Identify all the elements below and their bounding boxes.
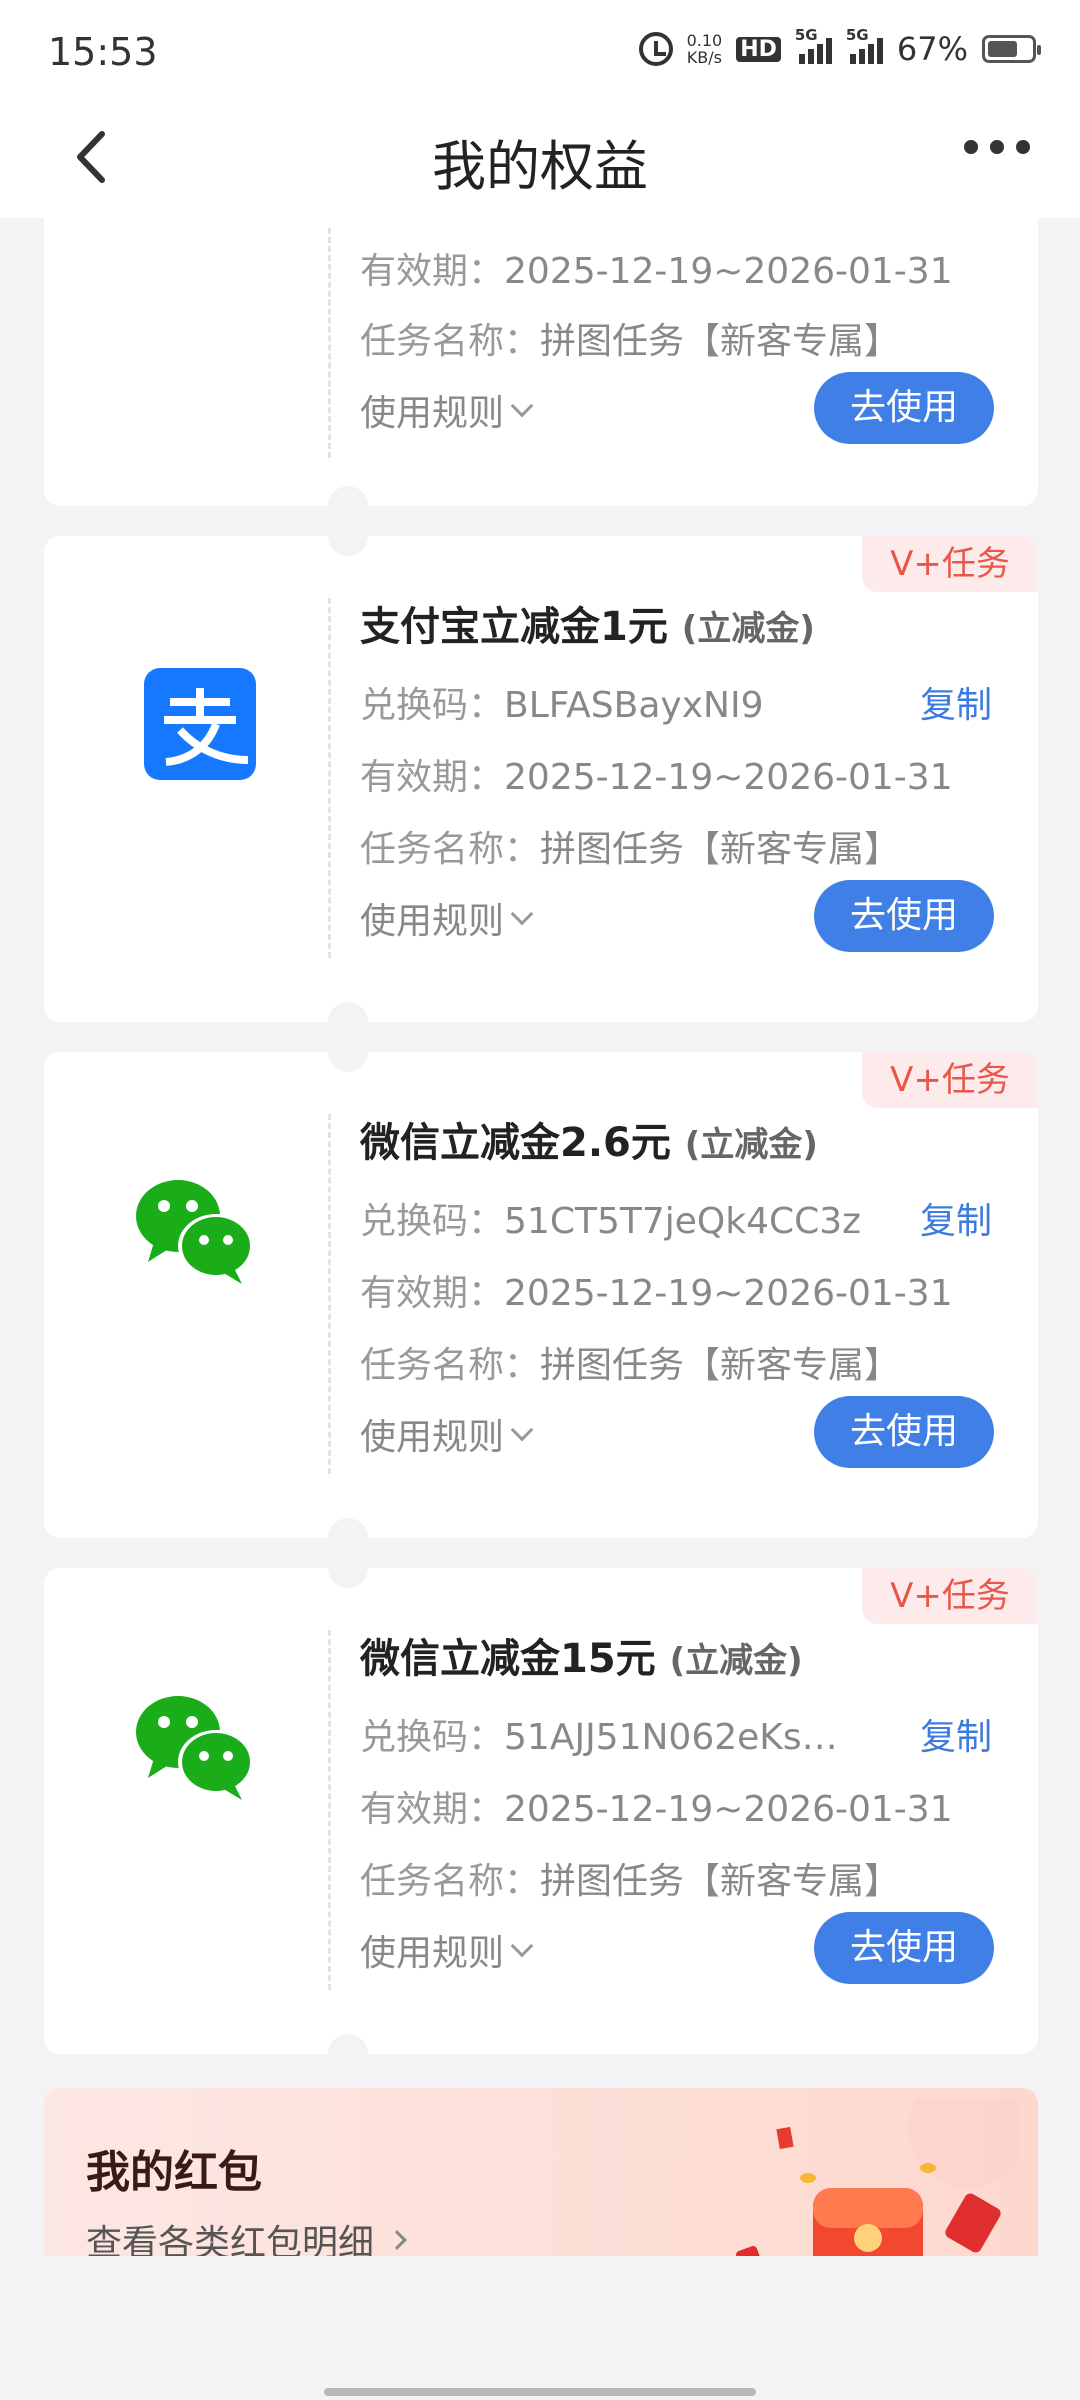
benefit-card: V+任务 支付宝立减金1元 (立减金) 兑换码：BLFASBayxNI9 复制 … <box>44 516 1038 1042</box>
copy-button[interactable]: 复制 <box>920 1192 992 1244</box>
hd-icon: HD <box>736 36 781 62</box>
chevron-right-icon <box>387 2230 407 2250</box>
use-button[interactable]: 去使用 <box>814 1396 994 1468</box>
validity-row: 有效期：2025-12-19~2026-01-31 <box>360 251 953 292</box>
status-time: 15:53 <box>48 30 158 74</box>
alipay-icon <box>140 664 260 784</box>
benefit-card: V+任务 微信立减金15元 (立减金) 兑换码：51AJJ51N062eKs… … <box>44 1548 1038 2074</box>
benefit-card: V+任务 微信立减金2.6元 (立减金) 兑换码：51CT5T7jeQk4CC3… <box>44 1032 1038 1558</box>
sim2-network-label: 5G <box>845 26 869 44</box>
home-indicator[interactable] <box>324 2388 756 2396</box>
card-divider <box>328 1114 331 1474</box>
use-button[interactable]: 去使用 <box>814 1912 994 1984</box>
chevron-down-icon <box>510 1418 534 1442</box>
card-notch <box>328 1032 368 1072</box>
signal-icon-sim1: 5G <box>795 26 832 64</box>
copy-button[interactable]: 复制 <box>920 1708 992 1760</box>
benefit-card: 有效期：2025-12-19~2026-01-31 任务名称：拼图任务【新客专属… <box>44 218 1038 526</box>
card-title: 支付宝立减金1元 (立减金) <box>360 604 815 650</box>
usage-rules-toggle[interactable]: 使用规则 <box>360 1924 534 1976</box>
battery-percent: 67% <box>896 30 968 68</box>
usage-rules-toggle[interactable]: 使用规则 <box>360 1408 534 1460</box>
validity-row: 有效期：2025-12-19~2026-01-31 <box>360 1273 953 1314</box>
card-notch <box>328 1548 368 1588</box>
benefits-list[interactable]: 有效期：2025-12-19~2026-01-31 任务名称：拼图任务【新客专属… <box>0 218 1080 2256</box>
vplus-task-badge: V+任务 <box>862 536 1038 592</box>
network-speed-value: 0.10 <box>686 31 723 50</box>
card-divider <box>328 1630 331 1990</box>
validity-row: 有效期：2025-12-19~2026-01-31 <box>360 757 953 798</box>
chevron-down-icon <box>510 394 534 418</box>
task-row: 任务名称：拼图任务【新客专属】 <box>360 1861 901 1902</box>
copy-button[interactable]: 复制 <box>920 676 992 728</box>
sim1-network-label: 5G <box>794 26 818 44</box>
more-dots-icon <box>964 140 978 154</box>
wechat-icon <box>130 1170 260 1290</box>
code-row: 兑换码：BLFASBayxNI9 <box>360 685 764 726</box>
code-row: 兑换码：51AJJ51N062eKs… <box>360 1717 838 1758</box>
signal-icon-sim2: 5G <box>846 26 883 64</box>
alarm-icon <box>638 32 673 66</box>
battery-icon <box>982 35 1041 63</box>
usage-rules-toggle[interactable]: 使用规则 <box>360 892 534 944</box>
use-button[interactable]: 去使用 <box>814 372 994 444</box>
red-packet-link[interactable]: 查看各类红包明细 <box>86 2214 407 2256</box>
red-packet-banner[interactable]: 我的红包 查看各类红包明细 <box>44 2088 1038 2256</box>
code-row: 兑换码：51CT5T7jeQk4CC3z <box>360 1201 862 1242</box>
card-title: 微信立减金15元 (立减金) <box>360 1636 803 1682</box>
task-row: 任务名称：拼图任务【新客专属】 <box>360 1345 901 1386</box>
vplus-task-badge: V+任务 <box>862 1568 1038 1624</box>
use-button[interactable]: 去使用 <box>814 880 994 952</box>
more-options-button[interactable] <box>964 140 1030 154</box>
chevron-down-icon <box>510 902 534 926</box>
card-title: 微信立减金2.6元 (立减金) <box>360 1120 818 1166</box>
vplus-task-badge: V+任务 <box>862 1052 1038 1108</box>
status-bar: 15:53 0.10 KB/s HD 5G 5G 67% <box>0 0 1080 100</box>
card-divider <box>328 598 331 958</box>
page-title: 我的权益 <box>432 135 648 198</box>
red-packet-title: 我的红包 <box>86 2147 262 2198</box>
usage-rules-toggle[interactable]: 使用规则 <box>360 384 534 436</box>
network-speed-unit: KB/s <box>686 48 722 67</box>
card-notch <box>328 516 368 556</box>
card-notch <box>328 2034 368 2074</box>
task-row: 任务名称：拼图任务【新客专属】 <box>360 321 901 362</box>
wechat-icon <box>130 1686 260 1806</box>
card-divider <box>328 228 331 458</box>
chevron-down-icon <box>510 1934 534 1958</box>
validity-row: 有效期：2025-12-19~2026-01-31 <box>360 1789 953 1830</box>
nav-bar: 我的权益 <box>0 100 1080 218</box>
network-speed: 0.10 KB/s <box>687 32 723 66</box>
red-packet-illustration <box>736 2098 1018 2256</box>
status-icons: 0.10 KB/s HD 5G 5G 67% <box>638 26 1041 68</box>
task-row: 任务名称：拼图任务【新客专属】 <box>360 829 901 870</box>
